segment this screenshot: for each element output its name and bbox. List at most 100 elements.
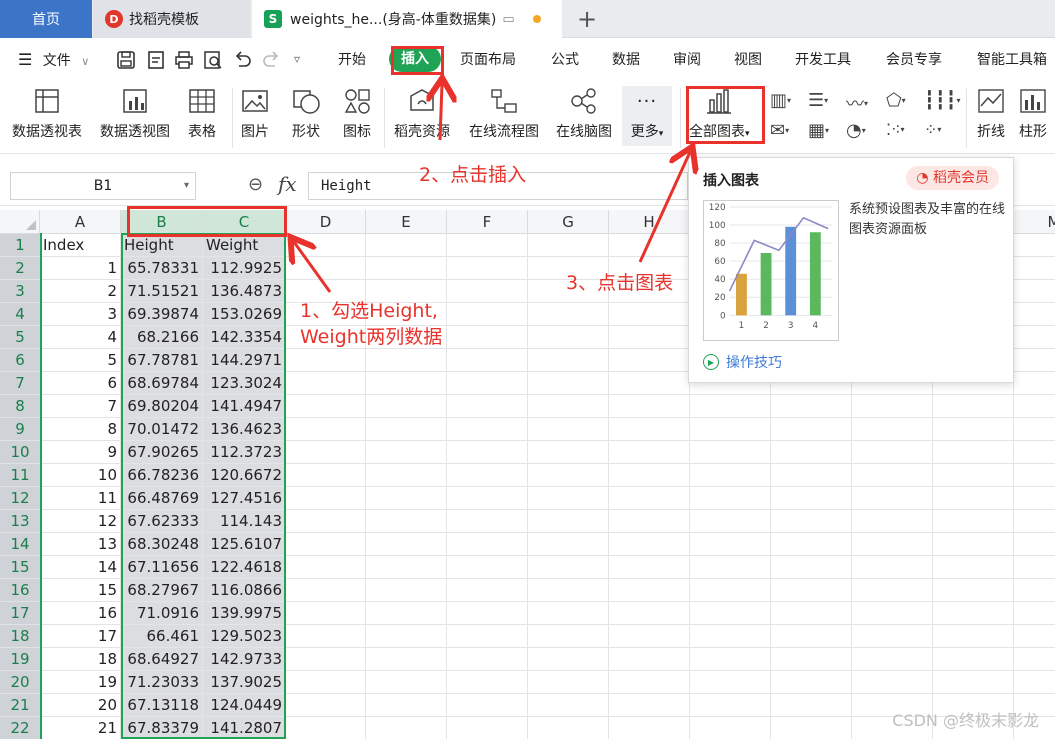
row-header[interactable]: 6 <box>0 349 40 372</box>
table-cell[interactable]: 112.9925 <box>203 257 286 280</box>
menu-formula[interactable]: 公式 <box>551 48 579 72</box>
table-cell[interactable]: 116.0866 <box>203 579 286 602</box>
table-cell[interactable]: 10 <box>40 464 121 487</box>
line-sparkline-button[interactable]: 折线 <box>976 86 1006 141</box>
more-button[interactable]: ··· 更多▾ <box>622 86 672 146</box>
table-cell[interactable]: 66.78236 <box>121 464 203 487</box>
pie-chart-dropdown[interactable]: ◔ ▾ <box>846 120 866 141</box>
menu-page-layout[interactable]: 页面布局 <box>460 48 516 72</box>
menu-view[interactable]: 视图 <box>734 48 762 72</box>
table-cell[interactable]: 122.4618 <box>203 556 286 579</box>
member-badge[interactable]: ◔ 稻壳会员 <box>906 166 999 190</box>
column-header[interactable]: H <box>609 210 690 234</box>
row-header[interactable]: 11 <box>0 464 40 487</box>
column-header[interactable]: A <box>40 210 121 234</box>
table-cell[interactable]: 127.4516 <box>203 487 286 510</box>
table-cell[interactable]: 137.9025 <box>203 671 286 694</box>
table-cell[interactable]: 67.83379 <box>121 717 203 739</box>
table-cell[interactable]: 123.3024 <box>203 372 286 395</box>
header-cell[interactable]: Index <box>40 234 121 257</box>
table-button[interactable]: 表格 <box>187 86 217 141</box>
table-cell[interactable]: 11 <box>40 487 121 510</box>
header-cell[interactable]: Weight <box>203 234 286 257</box>
table-cell[interactable]: 129.5023 <box>203 625 286 648</box>
table-cell[interactable]: 8 <box>40 418 121 441</box>
docer-resource-button[interactable]: 稻壳资源 <box>394 86 450 141</box>
table-cell[interactable]: 68.2166 <box>121 326 203 349</box>
menu-review[interactable]: 审阅 <box>673 48 701 72</box>
row-header[interactable]: 10 <box>0 441 40 464</box>
menu-smart-tools[interactable]: 智能工具箱 <box>977 48 1047 72</box>
row-header[interactable]: 12 <box>0 487 40 510</box>
row-header[interactable]: 8 <box>0 395 40 418</box>
menu-member[interactable]: 会员专享 <box>886 48 942 72</box>
row-header[interactable]: 5 <box>0 326 40 349</box>
table-cell[interactable]: 21 <box>40 717 121 739</box>
stock-chart-dropdown[interactable]: ┇┇┇ ▾ <box>924 90 961 111</box>
table-cell[interactable]: 68.27967 <box>121 579 203 602</box>
online-flowchart-button[interactable]: 在线流程图 <box>469 86 539 141</box>
table-cell[interactable]: 69.80204 <box>121 395 203 418</box>
row-header[interactable]: 9 <box>0 418 40 441</box>
table-cell[interactable]: 67.13118 <box>121 694 203 717</box>
table-cell[interactable]: 13 <box>40 533 121 556</box>
table-cell[interactable]: 68.30248 <box>121 533 203 556</box>
menu-data[interactable]: 数据 <box>612 48 640 72</box>
header-cell[interactable]: Height <box>121 234 203 257</box>
column-header[interactable]: E <box>366 210 447 234</box>
column-header[interactable]: D <box>286 210 366 234</box>
row-header[interactable]: 21 <box>0 694 40 717</box>
table-cell[interactable]: 120.6672 <box>203 464 286 487</box>
table-cell[interactable]: 12 <box>40 510 121 533</box>
table-cell[interactable]: 114.143 <box>203 510 286 533</box>
table-cell[interactable]: 136.4623 <box>203 418 286 441</box>
radar-chart-dropdown[interactable]: ⬠ ▾ <box>886 90 906 111</box>
table-cell[interactable]: 67.78781 <box>121 349 203 372</box>
customize-quick-access-icon[interactable]: ▿ <box>294 52 300 66</box>
table-cell[interactable]: 20 <box>40 694 121 717</box>
table-cell[interactable]: 141.2807 <box>203 717 286 739</box>
table-cell[interactable]: 17 <box>40 625 121 648</box>
table-cell[interactable]: 71.0916 <box>121 602 203 625</box>
table-cell[interactable]: 142.3354 <box>203 326 286 349</box>
column-chart-dropdown[interactable]: ▥ ▾ <box>770 90 791 111</box>
online-mindmap-button[interactable]: 在线脑图 <box>556 86 612 141</box>
table-cell[interactable]: 5 <box>40 349 121 372</box>
zoom-formula-icon[interactable]: ⊖ <box>248 174 263 195</box>
table-cell[interactable]: 71.23033 <box>121 671 203 694</box>
tab-document[interactable]: S weights_he...(身高-体重数据集) ▭ <box>252 0 562 38</box>
column-header[interactable]: G <box>528 210 609 234</box>
table-cell[interactable]: 66.461 <box>121 625 203 648</box>
bar-chart-dropdown[interactable]: ☰ ▾ <box>808 90 828 111</box>
new-tab-button[interactable]: + <box>570 0 604 38</box>
row-header[interactable]: 2 <box>0 257 40 280</box>
table-cell[interactable]: 18 <box>40 648 121 671</box>
table-cell[interactable]: 67.11656 <box>121 556 203 579</box>
table-cell[interactable]: 7 <box>40 395 121 418</box>
table-cell[interactable]: 136.4873 <box>203 280 286 303</box>
icon-button[interactable]: 图标 <box>342 86 372 141</box>
row-header[interactable]: 17 <box>0 602 40 625</box>
scatter-chart-dropdown[interactable]: ⁚⁖ ▾ <box>886 120 904 139</box>
table-cell[interactable]: 139.9975 <box>203 602 286 625</box>
table-cell[interactable]: 66.48769 <box>121 487 203 510</box>
column-sparkline-button[interactable]: 柱形 <box>1018 86 1048 141</box>
table-cell[interactable]: 2 <box>40 280 121 303</box>
table-cell[interactable]: 142.9733 <box>203 648 286 671</box>
table-cell[interactable]: 67.90265 <box>121 441 203 464</box>
table-cell[interactable]: 65.78331 <box>121 257 203 280</box>
table-cell[interactable]: 125.6107 <box>203 533 286 556</box>
table-cell[interactable]: 15 <box>40 579 121 602</box>
table-cell[interactable]: 68.69784 <box>121 372 203 395</box>
table-cell[interactable]: 68.64927 <box>121 648 203 671</box>
table-cell[interactable]: 69.39874 <box>121 303 203 326</box>
file-menu[interactable]: ☰ 文件 ∨ <box>18 48 89 72</box>
area-chart-dropdown[interactable]: ✉ ▾ <box>770 120 789 141</box>
row-header[interactable]: 1 <box>0 234 40 257</box>
undo-icon[interactable] <box>232 50 252 70</box>
row-header[interactable]: 7 <box>0 372 40 395</box>
select-all-corner[interactable] <box>0 210 40 234</box>
print-icon[interactable] <box>174 50 194 70</box>
table-cell[interactable]: 112.3723 <box>203 441 286 464</box>
redo-icon[interactable] <box>262 50 282 70</box>
